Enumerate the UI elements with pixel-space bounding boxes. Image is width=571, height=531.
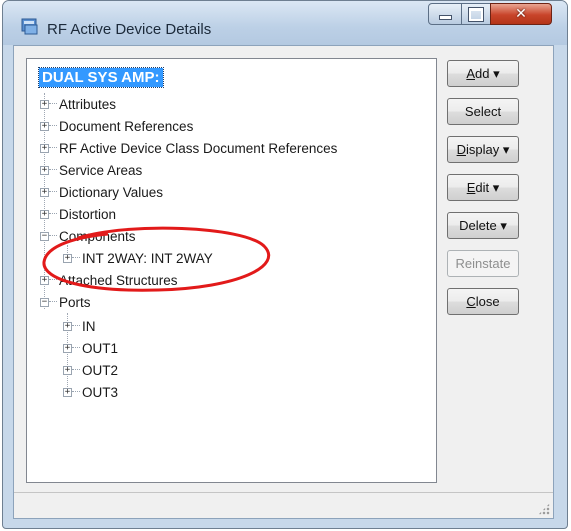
tree-root-node[interactable]: DUAL SYS AMP:: [38, 67, 164, 88]
expand-icon[interactable]: +: [63, 321, 72, 331]
close-button[interactable]: Close: [447, 288, 519, 315]
expand-icon[interactable]: +: [63, 387, 72, 397]
collapse-icon[interactable]: −: [40, 231, 49, 241]
tree-item-label: Dictionary Values: [59, 184, 164, 200]
tree-item-label: IN: [82, 318, 96, 334]
tree-item-distortion[interactable]: + Distortion: [40, 203, 116, 225]
edit-button[interactable]: Edit ▾: [447, 174, 519, 201]
expand-icon[interactable]: +: [63, 253, 72, 263]
tree-item-label: INT 2WAY: INT 2WAY: [82, 250, 213, 266]
tree-item-port-in[interactable]: + IN: [63, 315, 96, 337]
select-button[interactable]: Select: [447, 98, 519, 125]
add-mnemonic: A: [466, 66, 476, 81]
tree-item-label: OUT1: [82, 340, 119, 356]
tree-item-attributes[interactable]: + Attributes: [40, 93, 116, 115]
reinstate-button[interactable]: Reinstate: [447, 250, 519, 277]
tree-item-label: Ports: [59, 294, 91, 310]
close-window-button[interactable]: ✕: [490, 3, 552, 25]
tree-dots: [72, 391, 80, 393]
tree-dots: [49, 125, 57, 127]
collapse-icon[interactable]: −: [40, 297, 49, 307]
display-label-rest: isplay: [465, 142, 500, 157]
expand-icon[interactable]: +: [40, 121, 49, 131]
maximize-button[interactable]: [461, 3, 491, 25]
tree-dots: [49, 103, 57, 105]
edit-mnemonic: E: [466, 180, 476, 195]
delete-label: Delete: [459, 218, 497, 233]
tree-dots: [49, 213, 57, 215]
tree-item-int-2way[interactable]: + INT 2WAY: INT 2WAY: [63, 247, 213, 269]
expand-icon[interactable]: +: [40, 143, 49, 153]
minimize-button[interactable]: [428, 3, 462, 25]
close-label-rest: lose: [475, 294, 500, 309]
display-mnemonic: D: [456, 142, 466, 157]
tree-dots: [72, 325, 80, 327]
tree-item-dictionary-values[interactable]: + Dictionary Values: [40, 181, 163, 203]
dropdown-arrow-icon: ▾: [492, 179, 500, 195]
tree-item-label: Service Areas: [59, 162, 143, 178]
tree-dots: [72, 347, 80, 349]
minimize-icon: [438, 15, 452, 20]
expand-icon[interactable]: +: [40, 275, 49, 285]
add-button[interactable]: Add ▾: [447, 60, 519, 87]
tree-dots: [72, 257, 80, 259]
tree-item-class-document-references[interactable]: + RF Active Device Class Document Referen…: [40, 137, 337, 159]
dropdown-arrow-icon: ▾: [493, 65, 500, 81]
title-bar[interactable]: RF Active Device Details ✕: [3, 1, 567, 45]
tree-dots: [49, 279, 57, 281]
tree-item-label: Attributes: [59, 96, 117, 112]
expand-icon[interactable]: +: [40, 165, 49, 175]
close-icon: ✕: [515, 6, 527, 22]
tree-item-label: Attached Structures: [59, 272, 178, 288]
tree-item-ports[interactable]: − Ports: [40, 291, 91, 313]
dialog-window: RF Active Device Details ✕ DUAL SYS AMP:…: [2, 0, 568, 529]
tree-item-label: RF Active Device Class Document Referenc…: [59, 140, 338, 156]
tree-dots: [49, 147, 57, 149]
tree-item-components[interactable]: − Components: [40, 225, 136, 247]
dialog-body: DUAL SYS AMP: + Attributes + Document Refe…: [13, 45, 554, 519]
tree-item-port-out3[interactable]: + OUT3: [63, 381, 118, 403]
expand-icon[interactable]: +: [63, 343, 72, 353]
close-mnemonic: C: [466, 294, 476, 309]
tree-dots: [72, 369, 80, 371]
dropdown-arrow-icon: ▾: [502, 141, 510, 157]
tree-item-document-references[interactable]: + Document References: [40, 115, 193, 137]
tree-item-port-out2[interactable]: + OUT2: [63, 359, 118, 381]
tree-item-label: Document References: [59, 118, 194, 134]
tree-item-label: Components: [59, 228, 136, 244]
tree-dots: [49, 191, 57, 193]
status-bar: [14, 492, 553, 518]
window-title: RF Active Device Details: [47, 21, 212, 38]
maximize-icon: [469, 7, 483, 21]
reinstate-label: Reinstate: [455, 256, 511, 271]
tree-item-label: OUT3: [82, 384, 119, 400]
tree-item-port-out1[interactable]: + OUT1: [63, 337, 118, 359]
tree-item-service-areas[interactable]: + Service Areas: [40, 159, 142, 181]
app-icon: [21, 18, 38, 35]
resize-grip-icon[interactable]: [538, 503, 550, 515]
details-tree[interactable]: DUAL SYS AMP: + Attributes + Document Refe…: [26, 58, 437, 483]
select-label: Select: [464, 104, 502, 119]
tree-item-label: OUT2: [82, 362, 119, 378]
expand-icon[interactable]: +: [63, 365, 72, 375]
add-label-rest: dd: [475, 66, 490, 81]
tree-dots: [49, 169, 57, 171]
tree-item-label: Distortion: [59, 206, 117, 222]
display-button[interactable]: Display ▾: [447, 136, 519, 163]
edit-label-rest: dit: [475, 180, 490, 195]
tree-dots: [49, 301, 57, 303]
tree-dots: [49, 235, 57, 237]
expand-icon[interactable]: +: [40, 209, 49, 219]
expand-icon[interactable]: +: [40, 99, 49, 109]
tree-item-attached-structures[interactable]: + Attached Structures: [40, 269, 178, 291]
expand-icon[interactable]: +: [40, 187, 49, 197]
delete-button[interactable]: Delete ▾: [447, 212, 519, 239]
dropdown-arrow-icon: ▾: [500, 217, 507, 233]
